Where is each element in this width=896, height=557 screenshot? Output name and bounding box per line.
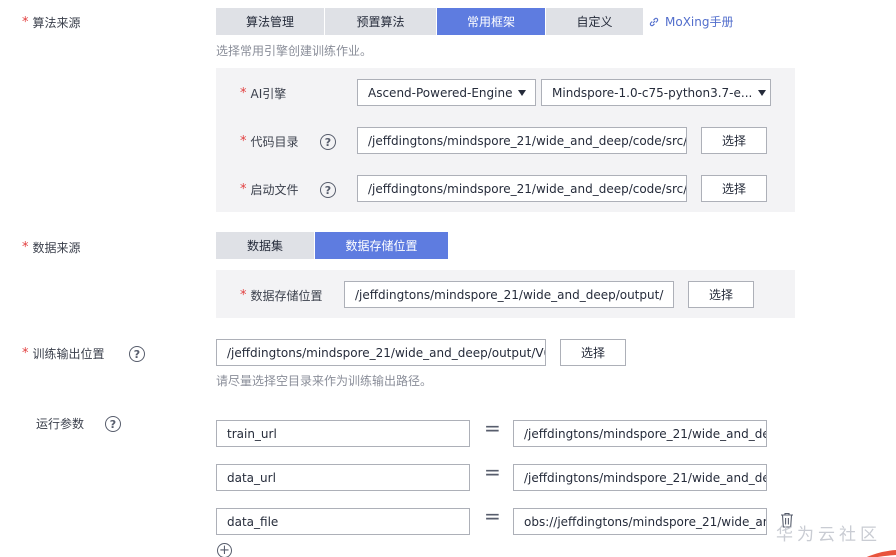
- param-value-input[interactable]: /jeffdingtons/mindspore_21/wide_and_dee: [513, 464, 767, 491]
- required-mark: *: [240, 288, 247, 303]
- add-param-icon[interactable]: +: [217, 543, 232, 557]
- tab-algorithm-management[interactable]: 算法管理: [216, 8, 324, 35]
- train-output-input[interactable]: /jeffdingtons/mindspore_21/wide_and_deep…: [216, 339, 546, 366]
- algorithm-source-label-text: 算法来源: [32, 16, 81, 30]
- ai-engine-label-text: AI引擎: [250, 87, 287, 101]
- param-value-input[interactable]: obs://jeffdingtons/mindspore_21/wide_and: [513, 508, 767, 535]
- moxing-manual-link-text[interactable]: MoXing手册: [665, 13, 733, 30]
- data-storage-input[interactable]: /jeffdingtons/mindspore_21/wide_and_deep…: [344, 281, 674, 308]
- watermark-logo-svg: [866, 550, 896, 557]
- watermark-logo: [862, 548, 896, 557]
- tab-dataset[interactable]: 数据集: [216, 232, 314, 259]
- moxing-manual-link[interactable]: MoXing手册: [648, 13, 733, 30]
- engine-version-select-value: Mindspore-1.0-c75-python3.7-e...: [552, 85, 753, 100]
- required-mark: *: [22, 346, 29, 361]
- chevron-down-icon: [758, 89, 767, 96]
- boot-file-label: * 启动文件: [240, 181, 299, 198]
- tab-custom[interactable]: 自定义: [546, 8, 643, 35]
- tab-data-storage-location[interactable]: 数据存储位置: [315, 232, 448, 259]
- code-dir-select-button[interactable]: 选择: [701, 127, 767, 154]
- data-source-label: * 数据来源: [22, 239, 81, 256]
- help-icon[interactable]: ?: [129, 346, 145, 362]
- param-value-input[interactable]: /jeffdingtons/mindspore_21/wide_and_dee: [513, 420, 767, 447]
- param-key-input[interactable]: train_url: [216, 420, 470, 447]
- boot-file-label-text: 启动文件: [250, 183, 299, 197]
- train-output-select-button[interactable]: 选择: [560, 339, 626, 366]
- engine-select-value: Ascend-Powered-Engine: [368, 85, 513, 100]
- code-dir-label: * 代码目录: [240, 133, 299, 150]
- param-key-input[interactable]: data_file: [216, 508, 470, 535]
- param-key-input[interactable]: data_url: [216, 464, 470, 491]
- algorithm-source-hint: 选择常用引擎创建训练作业。: [216, 44, 373, 58]
- data-source-label-text: 数据来源: [32, 241, 81, 255]
- required-mark: *: [240, 182, 247, 197]
- equals-sign: =: [484, 460, 501, 484]
- code-dir-input[interactable]: /jeffdingtons/mindspore_21/wide_and_deep…: [357, 127, 687, 154]
- help-icon[interactable]: ?: [105, 416, 121, 432]
- required-mark: *: [240, 134, 247, 149]
- data-storage-label: * 数据存储位置: [240, 287, 323, 304]
- boot-file-input[interactable]: /jeffdingtons/mindspore_21/wide_and_deep…: [357, 175, 687, 202]
- boot-file-select-button[interactable]: 选择: [701, 175, 767, 202]
- data-storage-select-button[interactable]: 选择: [688, 281, 754, 308]
- required-mark: *: [240, 86, 247, 101]
- help-icon[interactable]: ?: [320, 182, 336, 198]
- required-mark: *: [22, 240, 29, 255]
- watermark: 华为云社区: [776, 525, 881, 545]
- data-source-tabs: 数据集 数据存储位置: [216, 232, 449, 259]
- equals-sign: =: [484, 504, 501, 528]
- algorithm-source-label: * 算法来源: [22, 14, 81, 31]
- engine-version-select[interactable]: Mindspore-1.0-c75-python3.7-e...: [541, 79, 771, 106]
- required-mark: *: [22, 15, 29, 30]
- train-output-label: * 训练输出位置: [22, 345, 105, 362]
- link-icon: [649, 17, 659, 26]
- train-output-label-text: 训练输出位置: [32, 347, 105, 361]
- tab-preset-algorithm[interactable]: 预置算法: [325, 8, 436, 35]
- equals-sign: =: [484, 416, 501, 440]
- run-params-label: 运行参数: [36, 417, 85, 431]
- ai-engine-label: * AI引擎: [240, 85, 286, 102]
- help-icon[interactable]: ?: [320, 134, 336, 150]
- tab-common-framework[interactable]: 常用框架: [437, 8, 545, 35]
- engine-select[interactable]: Ascend-Powered-Engine: [357, 79, 536, 106]
- data-storage-label-text: 数据存储位置: [250, 289, 323, 303]
- algorithm-source-tabs: 算法管理 预置算法 常用框架 自定义: [216, 8, 644, 35]
- code-dir-label-text: 代码目录: [250, 135, 299, 149]
- train-output-hint: 请尽量选择空目录来作为训练输出路径。: [216, 374, 433, 388]
- chevron-down-icon: [518, 89, 527, 96]
